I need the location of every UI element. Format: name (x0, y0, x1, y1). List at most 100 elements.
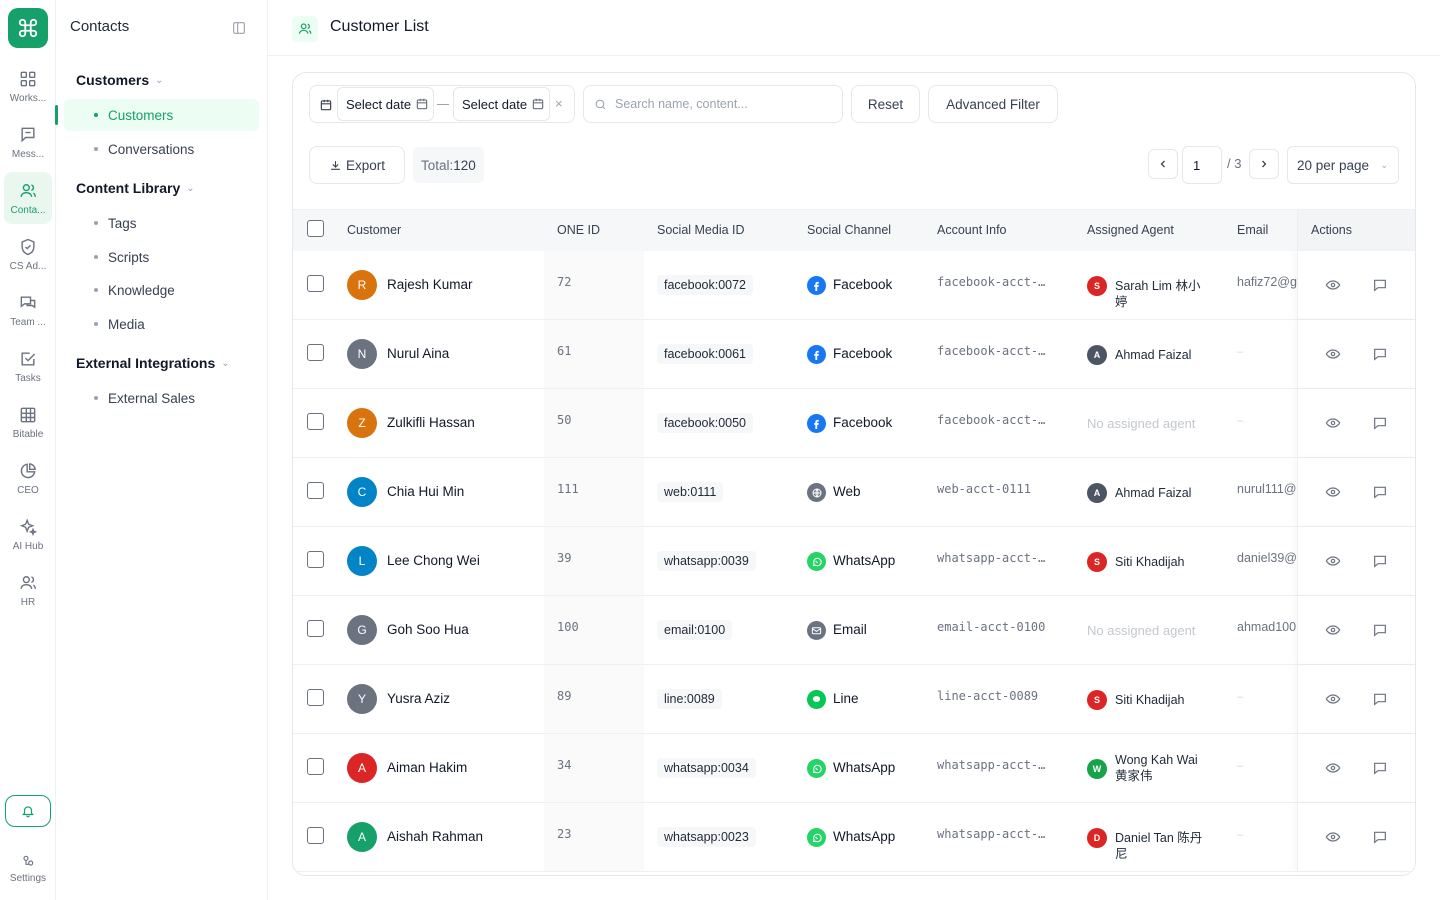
row-checkbox[interactable] (307, 827, 324, 844)
eye-icon[interactable] (1325, 760, 1341, 776)
clear-date-icon[interactable]: × (555, 96, 563, 111)
table-row[interactable]: Y Yusra Aziz 89 line:0089 Line line-acct-0089… (293, 665, 1415, 734)
chat-icon[interactable] (1372, 277, 1388, 293)
column-header[interactable]: Email (1237, 223, 1268, 237)
eye-icon[interactable] (1325, 691, 1341, 707)
sidebar-group-content-library[interactable]: Content Library ⌄ (76, 180, 195, 196)
table-row[interactable]: A Aiman Hakim 34 whatsapp:0034 WhatsApp whats… (293, 734, 1415, 803)
chat-icon[interactable] (1372, 415, 1388, 431)
customer-name[interactable]: Yusra Aziz (387, 691, 450, 706)
notification-button[interactable] (5, 795, 51, 827)
column-header[interactable]: Social Media ID (657, 223, 745, 237)
calendar-icon (416, 98, 428, 110)
page-number-input[interactable] (1182, 146, 1222, 184)
sidebar-item-scripts[interactable]: Scripts (64, 241, 259, 273)
column-header[interactable]: Actions (1311, 223, 1352, 237)
end-date-field[interactable]: Select date (453, 87, 550, 121)
eye-icon[interactable] (1325, 553, 1341, 569)
start-date-field[interactable]: Select date (337, 87, 434, 121)
eye-icon[interactable] (1325, 484, 1341, 500)
customer-name[interactable]: Nurul Aina (387, 346, 449, 361)
table-row[interactable]: G Goh Soo Hua 100 email:0100 Email email-acct… (293, 596, 1415, 665)
rail-item-settings[interactable]: Settings (4, 846, 52, 890)
table-row[interactable]: C Chia Hui Min 111 web:0111 Web web-acct-0111… (293, 458, 1415, 527)
row-checkbox[interactable] (307, 413, 324, 430)
rail-item-tasks[interactable]: Tasks (4, 340, 52, 392)
table-row[interactable]: L Lee Chong Wei 39 whatsapp:0039 WhatsApp wha… (293, 527, 1415, 596)
customer-name[interactable]: Aishah Rahman (387, 829, 483, 844)
eye-icon[interactable] (1325, 622, 1341, 638)
chat-icon[interactable] (1372, 622, 1388, 638)
column-header[interactable]: ONE ID (557, 223, 600, 237)
advanced-filter-button[interactable]: Advanced Filter (928, 85, 1058, 123)
sidebar-item-external-sales[interactable]: External Sales (64, 382, 259, 414)
row-checkbox[interactable] (307, 758, 324, 775)
chat-icon[interactable] (1372, 484, 1388, 500)
rail-item-bitable[interactable]: Bitable (4, 396, 52, 448)
table-row[interactable]: R Rajesh Kumar 72 facebook:0072 Facebook face… (293, 251, 1415, 320)
rail-item-cs-admin[interactable]: CS Ad... (4, 228, 52, 280)
prev-page-button[interactable] (1148, 149, 1178, 179)
column-header[interactable]: Customer (347, 223, 401, 237)
search-input[interactable] (615, 97, 825, 111)
table-row[interactable]: N Nurul Aina 61 facebook:0061 Facebook facebo… (293, 320, 1415, 389)
row-checkbox[interactable] (307, 275, 324, 292)
customer-name[interactable]: Lee Chong Wei (387, 553, 480, 568)
export-button[interactable]: Export (309, 146, 405, 184)
row-checkbox[interactable] (307, 551, 324, 568)
chat-icon[interactable] (1372, 829, 1388, 845)
sidebar-item-customers[interactable]: Customers (55, 99, 259, 131)
chevron-right-icon (1262, 160, 1267, 168)
sidebar-group-external-integrations[interactable]: External Integrations ⌄ (76, 355, 230, 371)
sidebar-group-customers[interactable]: Customers ⌄ (76, 72, 164, 88)
customer-avatar: Z (347, 408, 377, 438)
select-all-checkbox[interactable] (307, 220, 324, 237)
sidebar-item-knowledge[interactable]: Knowledge (64, 274, 259, 306)
customer-name[interactable]: Zulkifli Hassan (387, 415, 475, 430)
sidebar-item-conversations[interactable]: Conversations (64, 133, 259, 165)
chat-icon[interactable] (1372, 346, 1388, 362)
eye-icon[interactable] (1325, 346, 1341, 362)
chat-icon[interactable] (1372, 553, 1388, 569)
rail-item-messages[interactable]: Mess... (4, 116, 52, 168)
rail-item-workspace[interactable]: Works... (4, 60, 52, 112)
one-id: 100 (557, 620, 579, 634)
column-header[interactable]: Account Info (937, 223, 1007, 237)
reset-button[interactable]: Reset (851, 85, 920, 123)
row-checkbox[interactable] (307, 344, 324, 361)
rail-item-ai-hub[interactable]: AI Hub (4, 508, 52, 560)
rail-item-hr[interactable]: HR (4, 564, 52, 616)
chat-icon[interactable] (1372, 760, 1388, 776)
eye-icon[interactable] (1325, 277, 1341, 293)
chat-bubbles-icon (20, 295, 36, 308)
rail-item-ceo[interactable]: CEO (4, 452, 52, 504)
row-checkbox[interactable] (307, 482, 324, 499)
facebook-icon (807, 276, 826, 295)
column-header[interactable]: Assigned Agent (1087, 223, 1174, 237)
table-row[interactable]: Z Zulkifli Hassan 50 facebook:0050 Facebook f… (293, 389, 1415, 458)
next-page-button[interactable] (1249, 149, 1279, 179)
customer-name[interactable]: Aiman Hakim (387, 760, 467, 775)
sidebar-item-tags[interactable]: Tags (64, 207, 259, 239)
agent-name: Wong Kah Wai 黄家伟 (1115, 753, 1198, 783)
customer-name[interactable]: Rajesh Kumar (387, 277, 473, 292)
sidebar-collapse-icon[interactable] (231, 20, 247, 36)
column-header[interactable]: Social Channel (807, 223, 891, 237)
row-checkbox[interactable] (307, 689, 324, 706)
table-row[interactable]: A Aishah Rahman 23 whatsapp:0023 WhatsApp wha… (293, 803, 1415, 872)
rail-label: Team ... (10, 316, 46, 328)
eye-icon[interactable] (1325, 829, 1341, 845)
app-logo[interactable] (8, 8, 48, 48)
rail-item-team[interactable]: Team ... (4, 284, 52, 336)
rail-item-contacts[interactable]: Conta... (4, 172, 52, 224)
customer-name[interactable]: Goh Soo Hua (387, 622, 469, 637)
chevron-down-icon: ⌄ (221, 357, 230, 369)
eye-icon[interactable] (1325, 415, 1341, 431)
social-channel: WhatsApp (833, 553, 896, 568)
one-id: 39 (557, 551, 572, 565)
row-checkbox[interactable] (307, 620, 324, 637)
per-page-select[interactable]: 20 per page ⌄ (1287, 146, 1399, 184)
sidebar-item-media[interactable]: Media (64, 308, 259, 340)
chat-icon[interactable] (1372, 691, 1388, 707)
customer-name[interactable]: Chia Hui Min (387, 484, 464, 499)
